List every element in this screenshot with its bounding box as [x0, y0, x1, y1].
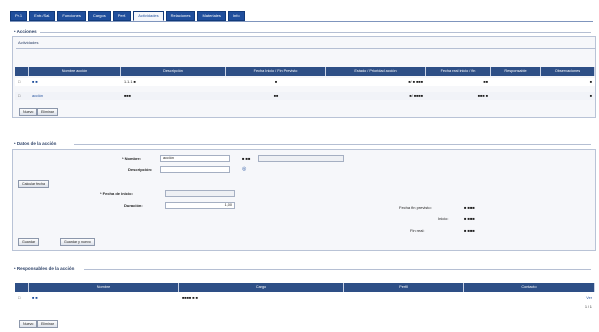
- nuevo-button[interactable]: Nuevo: [19, 320, 38, 328]
- column-nombre[interactable]: Nombre acción: [29, 67, 121, 76]
- descripcion-label: Descripción:: [128, 167, 153, 172]
- row-c7: ■: [589, 80, 592, 84]
- row-c7: ■: [589, 94, 592, 98]
- table-row[interactable]: □ ■ ■ ■■■■ ■ ■ Ver: [15, 294, 595, 302]
- row-c6: ■■: [483, 80, 488, 84]
- section-responsables-title: • Responsables de la acción: [14, 266, 75, 271]
- column-select: [15, 283, 29, 292]
- column-fecha[interactable]: Fecha Inicio / Fin Previsto: [226, 67, 326, 76]
- subsection-divider: [16, 48, 596, 49]
- column-contacto[interactable]: Contacto: [464, 283, 595, 292]
- duracion-input[interactable]: 1,00: [165, 202, 235, 209]
- row-desc: ■■■: [124, 94, 131, 98]
- section-divider: [74, 144, 591, 145]
- fecha-inicio-input[interactable]: [165, 190, 235, 197]
- tab-strip: Pr.1 Entr./Sal. Funciones Cargos Perf. A…: [10, 11, 245, 21]
- inicio-real-value[interactable]: ■ ■■■: [464, 216, 475, 221]
- guardar-button[interactable]: Guardar: [18, 238, 40, 246]
- table-row[interactable]: □ ■ ■ 1.1.1 ■ ■ ■/ ■ ■■■ ■■ ■: [15, 78, 595, 86]
- duracion-label: Duración:: [124, 203, 143, 208]
- row-cargo: ■■■■ ■ ■: [182, 296, 198, 300]
- row-checkbox[interactable]: □: [15, 92, 29, 100]
- nombre-label: * Nombre:: [122, 156, 142, 161]
- tab-9[interactable]: Info: [227, 11, 245, 21]
- eliminar-button[interactable]: Eliminar: [37, 108, 58, 116]
- tab-6-active[interactable]: Actividades: [133, 11, 164, 21]
- row-c5: ■/ ■ ■■■: [408, 80, 423, 84]
- column-observaciones[interactable]: Observaciones: [541, 67, 595, 76]
- row-checkbox[interactable]: □: [15, 294, 29, 302]
- tab-7[interactable]: Relaciones: [165, 11, 196, 21]
- section-divider: [40, 32, 591, 33]
- datos-panel: [12, 149, 596, 251]
- calendar-icon[interactable]: ◎: [242, 167, 246, 172]
- tab-underline: [10, 21, 593, 22]
- fin-real-label: Fin real:: [410, 228, 425, 233]
- section-datos-title: • Datos de la acción: [14, 141, 57, 146]
- column-descripcion[interactable]: Descripción: [121, 67, 226, 76]
- tab-4[interactable]: Cargos: [87, 11, 111, 21]
- tab-8[interactable]: Materiales: [197, 11, 226, 21]
- tipo-label: ■ ■■: [242, 156, 251, 161]
- row-name[interactable]: acción: [29, 92, 121, 100]
- row-desc: 1.1.1 ■: [124, 80, 136, 84]
- eliminar-button[interactable]: Eliminar: [37, 320, 58, 328]
- column-select: [15, 67, 29, 76]
- row-c4: ■■: [273, 94, 279, 98]
- nombre-input[interactable]: acción: [160, 155, 230, 162]
- descripcion-input[interactable]: [160, 166, 230, 173]
- actividades-subtitle: Actividades: [18, 40, 39, 45]
- row-name[interactable]: ■ ■: [29, 78, 121, 86]
- fecha-fin-value[interactable]: ■ ■■■: [464, 205, 475, 210]
- fin-real-value[interactable]: ■ ■■■: [464, 228, 475, 233]
- section-divider: [84, 269, 591, 270]
- column-cargo[interactable]: Cargo: [179, 283, 344, 292]
- row-c4: ■: [274, 80, 278, 84]
- row-perfil: [344, 294, 464, 302]
- inicio-real-label: Inicio:: [438, 216, 449, 221]
- row-c6: ■■■ ■: [477, 94, 488, 98]
- row-c5: ■/ ■■■■: [409, 94, 423, 98]
- column-nombre[interactable]: Nombre: [29, 283, 179, 292]
- fecha-fin-label: Fecha fin previsto:: [399, 205, 432, 210]
- column-fecha-real[interactable]: Fecha real inicio / fin: [426, 67, 491, 76]
- tab-3[interactable]: Funciones: [57, 11, 86, 21]
- responsables-grid-header: Nombre Cargo Perfil Contacto: [15, 283, 595, 292]
- section-acciones-title: • Acciones: [14, 29, 37, 34]
- guardar-nuevo-button[interactable]: Guardar y nuevo: [60, 238, 95, 246]
- row-name[interactable]: ■ ■: [29, 294, 179, 302]
- column-responsable[interactable]: Responsable: [491, 67, 541, 76]
- pager: 1 / 1: [585, 305, 592, 309]
- acciones-grid-header: Nombre acción Descripción Fecha Inicio /…: [15, 67, 595, 76]
- table-row[interactable]: □ acción ■■■ ■■ ■/ ■■■■ ■■■ ■ ■: [15, 92, 595, 100]
- column-estado[interactable]: Estado / Prioridad acción: [326, 67, 426, 76]
- tab-1[interactable]: Pr.1: [10, 11, 28, 21]
- row-checkbox[interactable]: □: [15, 78, 29, 86]
- tab-5[interactable]: Perf.: [112, 11, 132, 21]
- fecha-inicio-label: * Fecha de inicio:: [100, 191, 133, 196]
- tipo-input[interactable]: [258, 155, 344, 162]
- nuevo-button[interactable]: Nuevo: [19, 108, 38, 116]
- calcular-button[interactable]: Calcular fecha: [18, 180, 49, 188]
- column-perfil[interactable]: Perfil: [344, 283, 464, 292]
- row-ver-link[interactable]: Ver: [464, 294, 595, 302]
- tab-2[interactable]: Entr./Sal.: [29, 11, 56, 21]
